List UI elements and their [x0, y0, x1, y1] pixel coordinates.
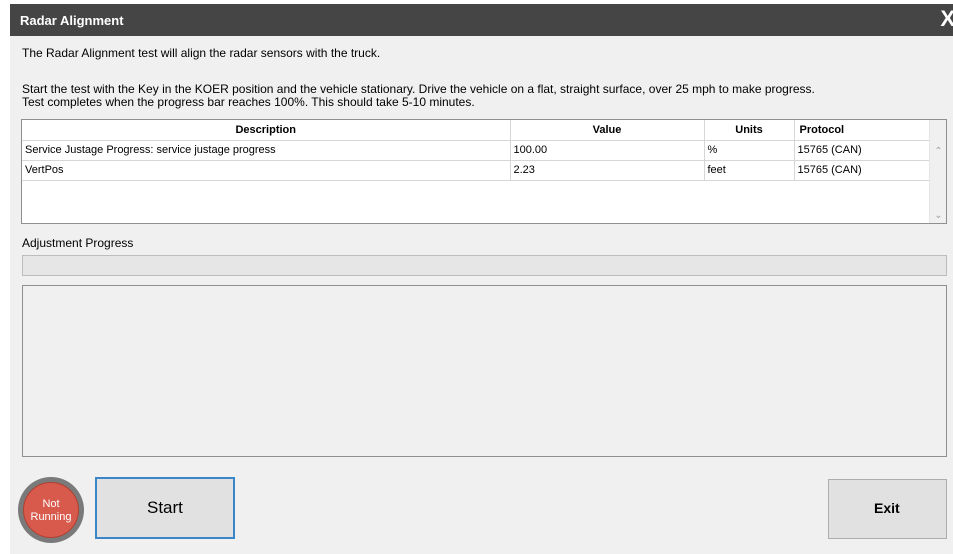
- cell-units: %: [704, 140, 795, 161]
- column-header-protocol[interactable]: Protocol: [794, 120, 932, 141]
- start-button-label: Start: [147, 498, 183, 517]
- cell-description: VertPos: [22, 160, 511, 181]
- status-indicator-light: Not Running: [23, 482, 79, 538]
- cell-units: feet: [704, 160, 795, 181]
- cell-value: 2.23: [510, 160, 705, 181]
- instructions: Start the test with the Key in the KOER …: [22, 83, 942, 109]
- title-bar: Radar Alignment X: [10, 4, 953, 36]
- exit-button-label: Exit: [874, 500, 900, 516]
- chevron-down-icon[interactable]: ⌄: [930, 210, 946, 221]
- close-icon[interactable]: X: [940, 6, 953, 32]
- table-row[interactable]: Service Justage Progress: service justag…: [22, 140, 932, 161]
- cell-protocol: 15765 (CAN): [794, 140, 932, 161]
- table-row[interactable]: VertPos 2.23 feet 15765 (CAN): [22, 160, 932, 181]
- exit-button[interactable]: Exit: [828, 479, 947, 539]
- status-text-line-1: Not: [42, 498, 60, 510]
- column-header-value[interactable]: Value: [510, 120, 705, 141]
- column-header-description[interactable]: Description: [22, 120, 511, 141]
- grid-scrollbar[interactable]: ⌃ ⌄: [929, 120, 946, 223]
- adjustment-progress-bar: [22, 255, 947, 276]
- cell-description: Service Justage Progress: service justag…: [22, 140, 511, 161]
- adjustment-progress-label: Adjustment Progress: [22, 236, 134, 250]
- instruction-line-2: Test completes when the progress bar rea…: [22, 95, 475, 109]
- intro-text: The Radar Alignment test will align the …: [22, 46, 381, 60]
- parameter-grid[interactable]: Description Value Units Protocol Service…: [21, 119, 947, 224]
- cell-protocol: 15765 (CAN): [794, 160, 932, 181]
- start-button[interactable]: Start: [95, 477, 235, 539]
- status-text-line-2: Running: [30, 511, 72, 523]
- grid-header-row: Description Value Units Protocol: [22, 120, 932, 141]
- status-indicator: Not Running: [18, 477, 84, 543]
- chevron-up-icon[interactable]: ⌃: [930, 146, 946, 157]
- cell-value: 100.00: [510, 140, 705, 161]
- radar-alignment-window: Radar Alignment X The Radar Alignment te…: [10, 4, 953, 554]
- window-title: Radar Alignment: [20, 13, 124, 28]
- column-header-units[interactable]: Units: [704, 120, 795, 141]
- output-log-box[interactable]: [22, 285, 947, 457]
